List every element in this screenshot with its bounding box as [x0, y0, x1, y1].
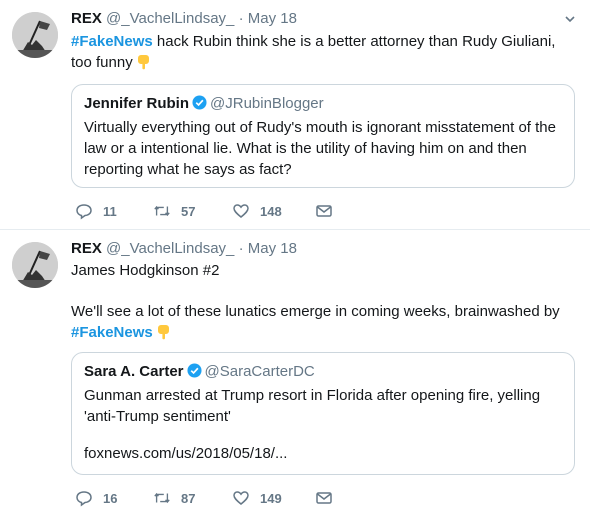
separator-dot: · [238, 240, 244, 257]
timestamp[interactable]: May 18 [248, 240, 297, 257]
tweet[interactable]: REX @_VachelLindsay_ · May 18 #FakeNews … [0, 0, 590, 229]
flag-raising-avatar-image [12, 242, 58, 288]
separator-dot: · [238, 10, 244, 27]
author-name[interactable]: REX [71, 240, 102, 257]
avatar[interactable] [12, 242, 58, 288]
envelope-icon [316, 205, 332, 217]
tweet-body: We'll see a lot of these lunatics emerge… [71, 303, 560, 320]
like-button[interactable]: 149 [232, 489, 282, 507]
quoted-tweet-text: Virtually everything out of Rudy's mouth… [84, 119, 556, 178]
retweet-count: 57 [181, 203, 196, 219]
tweet[interactable]: REX @_VachelLindsay_ · May 18 James Hodg… [0, 230, 590, 520]
quoted-tweet[interactable]: Jennifer Rubin @JRubinBlogger Virtually e… [71, 84, 575, 188]
quoted-author-handle: @JRubinBlogger [210, 95, 324, 112]
verified-badge-icon [186, 363, 202, 378]
hashtag-link[interactable]: #FakeNews [71, 324, 153, 341]
flag-raising-avatar-image [12, 12, 58, 58]
author-handle[interactable]: @_VachelLindsay_ [106, 240, 234, 257]
reply-icon [76, 491, 92, 507]
retweet-count: 87 [181, 490, 196, 506]
tweet-header: REX @_VachelLindsay_ · May 18 [71, 240, 297, 257]
quoted-tweet-text: Gunman arrested at Trump resort in Flori… [84, 387, 541, 425]
hashtag-link[interactable]: #FakeNews [71, 33, 153, 50]
tweet-text-line: James Hodgkinson #2 [71, 262, 220, 279]
quoted-author-name: Jennifer Rubin [84, 95, 190, 112]
reply-count: 11 [103, 203, 117, 219]
quoted-author-handle: @SaraCarterDC [204, 363, 315, 380]
quoted-tweet-link[interactable]: foxnews.com/us/2018/05/18/... [84, 443, 562, 464]
like-button[interactable]: 148 [232, 202, 282, 220]
author-name[interactable]: REX [71, 10, 102, 27]
tweet-text: We'll see a lot of these lunatics emerge… [71, 301, 571, 343]
reply-button[interactable]: 11 [75, 202, 117, 220]
pointing-down-emoji-icon [136, 54, 152, 70]
chevron-down-icon[interactable] [564, 12, 576, 28]
tweet-header: REX @_VachelLindsay_ · May 18 [71, 10, 297, 27]
direct-message-button[interactable] [315, 202, 333, 220]
avatar[interactable] [12, 12, 58, 58]
heart-icon [233, 204, 249, 218]
timestamp[interactable]: May 18 [248, 10, 297, 27]
like-count: 148 [260, 203, 282, 219]
retweet-button[interactable]: 87 [153, 489, 195, 507]
retweet-icon [154, 205, 170, 217]
direct-message-button[interactable] [315, 489, 333, 507]
envelope-icon [316, 492, 332, 504]
reply-button[interactable]: 16 [75, 489, 117, 507]
reply-count: 16 [103, 490, 118, 506]
reply-icon [76, 204, 92, 220]
retweet-button[interactable]: 57 [153, 202, 195, 220]
heart-icon [233, 491, 249, 505]
tweet-text: #FakeNews hack Rubin think she is a bett… [71, 31, 571, 73]
author-handle[interactable]: @_VachelLindsay_ [106, 10, 234, 27]
quoted-author-name: Sara A. Carter [84, 363, 184, 380]
pointing-down-emoji-icon [156, 324, 172, 340]
retweet-icon [154, 492, 170, 504]
quoted-tweet[interactable]: Sara A. Carter @SaraCarterDC Gunman arres… [71, 352, 575, 475]
like-count: 149 [260, 490, 282, 506]
verified-badge-icon [192, 95, 207, 110]
